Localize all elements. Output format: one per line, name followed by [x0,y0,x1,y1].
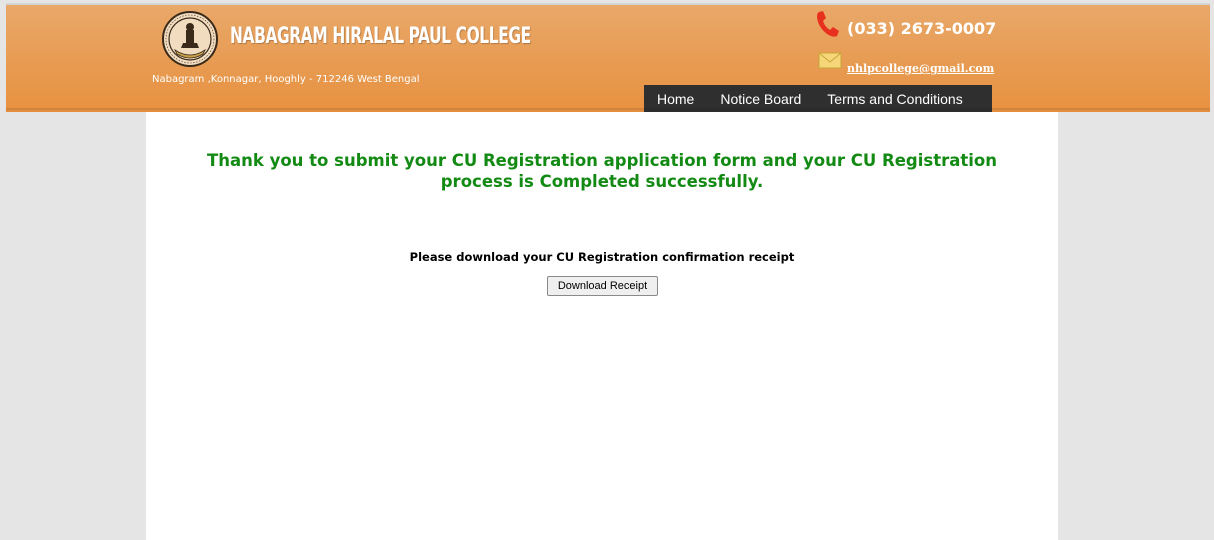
success-message-line1: Thank you to submit your CU Registration… [206,151,997,170]
nav-item-terms[interactable]: Terms and Conditions [814,91,975,107]
nav-item-home[interactable]: Home [644,91,707,107]
college-logo [162,11,218,67]
college-address: Nabagram ,Konnagar, Hooghly - 712246 Wes… [152,74,420,85]
mail-icon [818,52,842,69]
phone-icon [817,11,839,37]
email-link[interactable]: nhlpcollege@gmail.com [847,62,994,75]
nav-item-notice-board[interactable]: Notice Board [707,91,814,107]
main-content: Thank you to submit your CU Registration… [146,112,1058,540]
success-message-line2: process is Completed successfully. [440,172,764,191]
download-receipt-button[interactable]: Download Receipt [547,276,658,296]
phone-number: (033) 2673-0007 [847,19,997,38]
site-header: NABAGRAM HIRALAL PAUL COLLEGE Nabagram ,… [6,3,1210,112]
download-instruction: Please download your CU Registration con… [409,250,795,264]
success-message: Thank you to submit your CU Registration… [146,150,1058,192]
college-name: NABAGRAM HIRALAL PAUL COLLEGE [230,24,531,49]
